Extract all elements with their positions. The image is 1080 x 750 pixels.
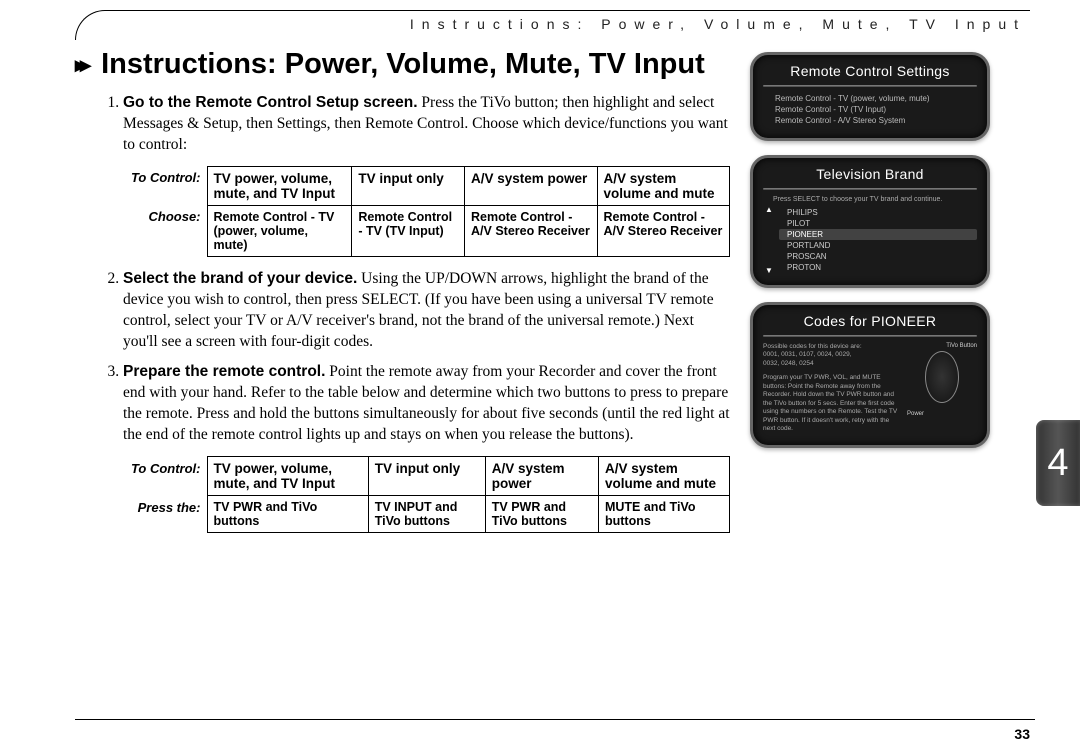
remote-icon [925,351,959,403]
chapter-number: 4 [1047,442,1068,485]
header-line [123,10,1030,11]
diagram-label-tivo: TiVo Button [946,343,977,349]
codes-program-text: Program your TV PWR, VOL, and MUTE butto… [763,374,901,433]
table-2-wrap: To Control: TV power, volume, mute, and … [123,456,730,533]
table-row: Press the: TV PWR and TiVo buttons TV IN… [123,496,730,533]
menu-item: Remote Control - TV (TV Input) [763,104,977,115]
cell: Remote Control - TV (TV Input) [352,205,465,256]
cell: Remote Control - A/V Stereo Receiver [465,205,597,256]
step-1-lead: Go to the Remote Control Setup screen. [123,94,418,111]
page-title: ▸▸ Instructions: Power, Volume, Mute, TV… [75,48,730,81]
row-label: To Control: [123,166,207,205]
instruction-list-cont: Select the brand of your device. Using t… [75,269,730,446]
table-row: To Control: TV power, volume, mute, and … [123,166,730,205]
cell: TV PWR and TiVo buttons [485,496,598,533]
running-head: Instructions: Power, Volume, Mute, TV In… [135,16,1030,32]
menu-item: Remote Control - A/V Stereo System [763,115,977,126]
shot-title: Television Brand [763,166,977,182]
row-label: Press the: [123,496,207,533]
brand-item: PROTON [779,262,977,273]
col-header: A/V system volume and mute [598,457,729,496]
col-header: TV power, volume, mute, and TV Input [207,166,352,205]
chapter-tab: 4 [1036,420,1080,506]
step-2: Select the brand of your device. Using t… [123,269,730,353]
screenshot-tv-brand: Television Brand Press SELECT to choose … [750,155,990,288]
diagram-label-power: Power [907,411,924,417]
side-column: Remote Control Settings Remote Control -… [750,48,990,545]
step-2-lead: Select the brand of your device. [123,270,357,287]
shot-caption: Press SELECT to choose your TV brand and… [763,196,977,203]
divider [763,85,977,87]
main-column: ▸▸ Instructions: Power, Volume, Mute, TV… [75,48,730,545]
codes-text: Possible codes for this device are: 0001… [763,343,901,433]
col-header: A/V system power [465,166,597,205]
header-rule: Instructions: Power, Volume, Mute, TV In… [75,10,1030,40]
footer-rule [75,719,1035,720]
table-row: Choose: Remote Control - TV (power, volu… [123,205,730,256]
codes-possible-label: Possible codes for this device are: [763,343,901,351]
row-label: To Control: [123,457,207,496]
cell: Remote Control - TV (power, volume, mute… [207,205,352,256]
codes-body: Possible codes for this device are: 0001… [763,343,977,433]
codes-line: 0001, 0031, 0107, 0024, 0029, [763,351,901,359]
table-row: To Control: TV power, volume, mute, and … [123,457,730,496]
brand-item: PROSCAN [779,251,977,262]
title-text: Instructions: Power, Volume, Mute, TV In… [101,48,705,81]
col-header: TV power, volume, mute, and TV Input [207,457,368,496]
row-label: Choose: [123,205,207,256]
shot-title: Codes for PIONEER [763,313,977,329]
col-header: TV input only [352,166,465,205]
arrow-up-icon: ▲ [765,205,773,214]
cell: TV INPUT and TiVo buttons [368,496,485,533]
brand-item: PORTLAND [779,240,977,251]
fast-forward-icon: ▸▸ [75,52,85,78]
instruction-list: Go to the Remote Control Setup screen. P… [75,93,730,156]
header-curve [75,10,123,40]
step-3-lead: Prepare the remote control. [123,363,325,380]
step-1: Go to the Remote Control Setup screen. P… [123,93,730,156]
col-header: TV input only [368,457,485,496]
table-to-control-choose: To Control: TV power, volume, mute, and … [123,166,730,257]
cell: MUTE and TiVo buttons [598,496,729,533]
brand-list: ▲ PHILIPS PILOT PIONEER PORTLAND PROSCAN… [763,207,977,273]
shot-title: Remote Control Settings [763,63,977,79]
table-1-wrap: To Control: TV power, volume, mute, and … [123,166,730,257]
body-columns: ▸▸ Instructions: Power, Volume, Mute, TV… [75,48,1030,545]
step-3: Prepare the remote control. Point the re… [123,362,730,446]
col-header: A/V system volume and mute [597,166,730,205]
cell: TV PWR and TiVo buttons [207,496,368,533]
cell: Remote Control - A/V Stereo Receiver [597,205,730,256]
screenshot-codes: Codes for PIONEER Possible codes for thi… [750,302,990,448]
page-number: 33 [1014,726,1030,742]
divider [763,188,977,190]
col-header: A/V system power [485,457,598,496]
table-to-control-press: To Control: TV power, volume, mute, and … [123,456,730,533]
manual-page: Instructions: Power, Volume, Mute, TV In… [0,0,1080,750]
arrow-down-icon: ▼ [765,266,773,275]
divider [763,335,977,337]
brand-item-selected: PIONEER [779,229,977,240]
menu-item: Remote Control - TV (power, volume, mute… [763,93,977,104]
remote-diagram: TiVo Button Power [907,343,977,423]
brand-item: PHILIPS [779,207,977,218]
brand-item: PILOT [779,218,977,229]
codes-line: 0032, 0248, 0254 [763,360,901,368]
screenshot-remote-settings: Remote Control Settings Remote Control -… [750,52,990,141]
